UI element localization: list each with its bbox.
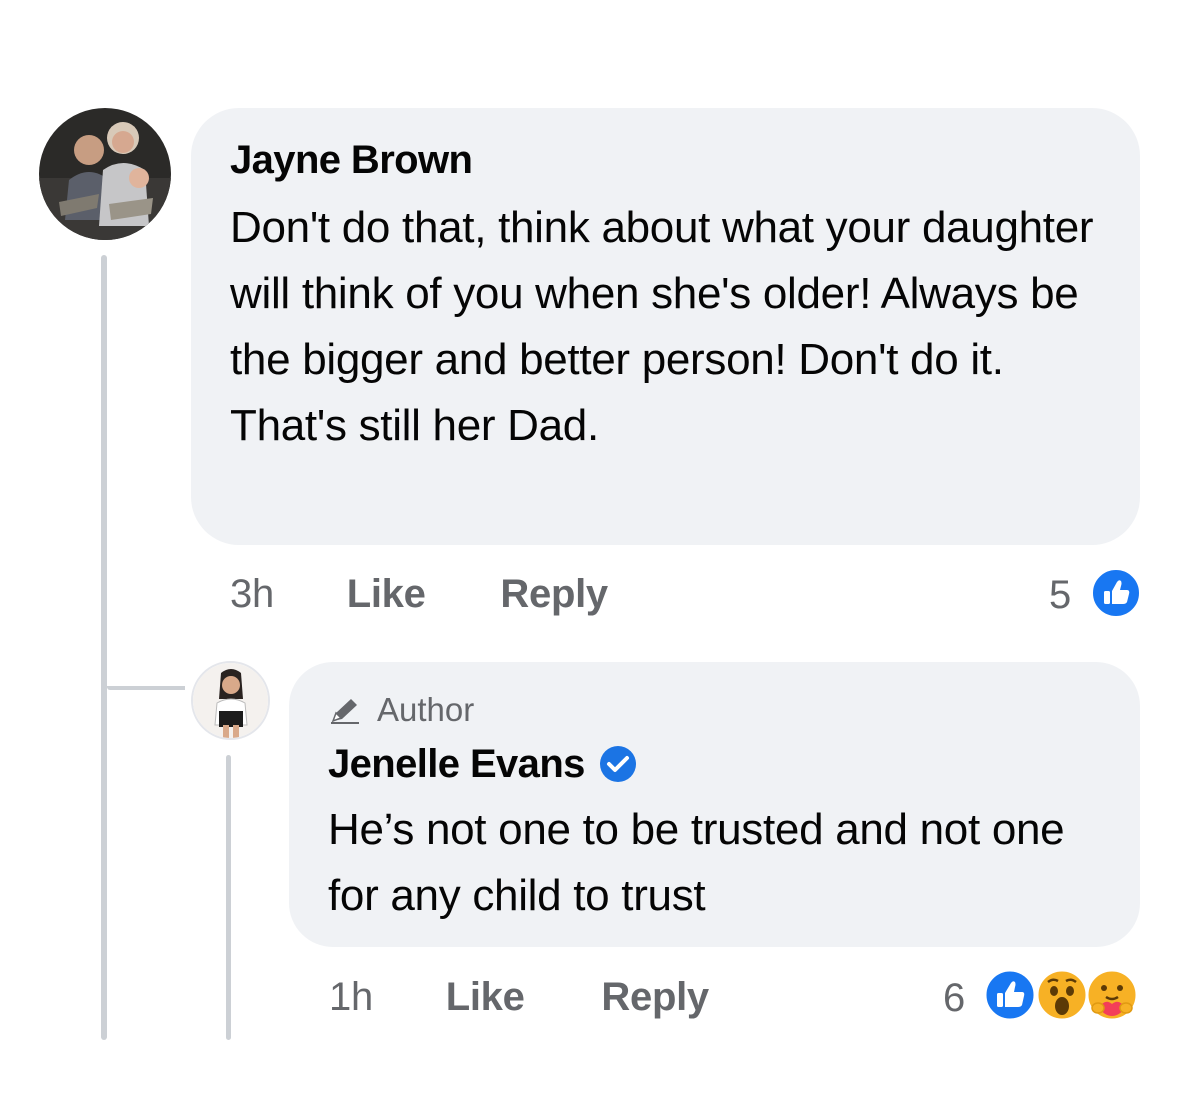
reply-reply-button[interactable]: Reply: [601, 975, 709, 1020]
comment-reply-button[interactable]: Reply: [500, 572, 608, 617]
like-icon[interactable]: [1091, 568, 1141, 618]
author-badge-label: Author: [377, 691, 475, 728]
reply-reaction-count[interactable]: 6: [943, 976, 965, 1021]
comment-timestamp[interactable]: 3h: [230, 572, 274, 617]
like-icon: [983, 968, 1037, 1022]
comment-reaction-count[interactable]: 5: [1049, 573, 1071, 618]
wow-icon: [1035, 968, 1089, 1022]
reply-author-name[interactable]: Jenelle Evans: [328, 742, 585, 787]
thread-line-main: [101, 255, 107, 1040]
comment-like-button[interactable]: Like: [347, 572, 426, 617]
reply-reactions[interactable]: [983, 968, 1143, 1024]
avatar-jayne-brown[interactable]: [39, 108, 171, 240]
thread-line-branch: [107, 686, 185, 690]
reply-timestamp[interactable]: 1h: [329, 975, 373, 1020]
care-icon: [1085, 968, 1139, 1022]
verified-badge-icon: [599, 746, 636, 782]
thread-line-reply: [226, 755, 231, 1040]
comment-bubble: Jayne Brown Don't do that, think about w…: [191, 108, 1140, 545]
reply-like-button[interactable]: Like: [446, 975, 525, 1020]
comment-author-name[interactable]: Jayne Brown: [230, 138, 473, 183]
reply-author-row: Jenelle Evans: [328, 740, 637, 788]
profile-photo: [193, 663, 268, 738]
reply-bubble: Author Jenelle Evans He’s not one to be …: [289, 662, 1140, 947]
profile-photo: [39, 108, 171, 240]
avatar-jenelle-evans[interactable]: [191, 661, 270, 740]
author-badge: Author: [329, 691, 475, 728]
pencil-icon: [331, 699, 359, 724]
reply-actions: 1h Like Reply: [329, 975, 709, 1020]
comment-text: Don't do that, think about what your dau…: [230, 203, 1094, 450]
comment-actions: 3h Like Reply: [230, 572, 608, 617]
reply-text: He’s not one to be trusted and not one f…: [328, 805, 1065, 920]
